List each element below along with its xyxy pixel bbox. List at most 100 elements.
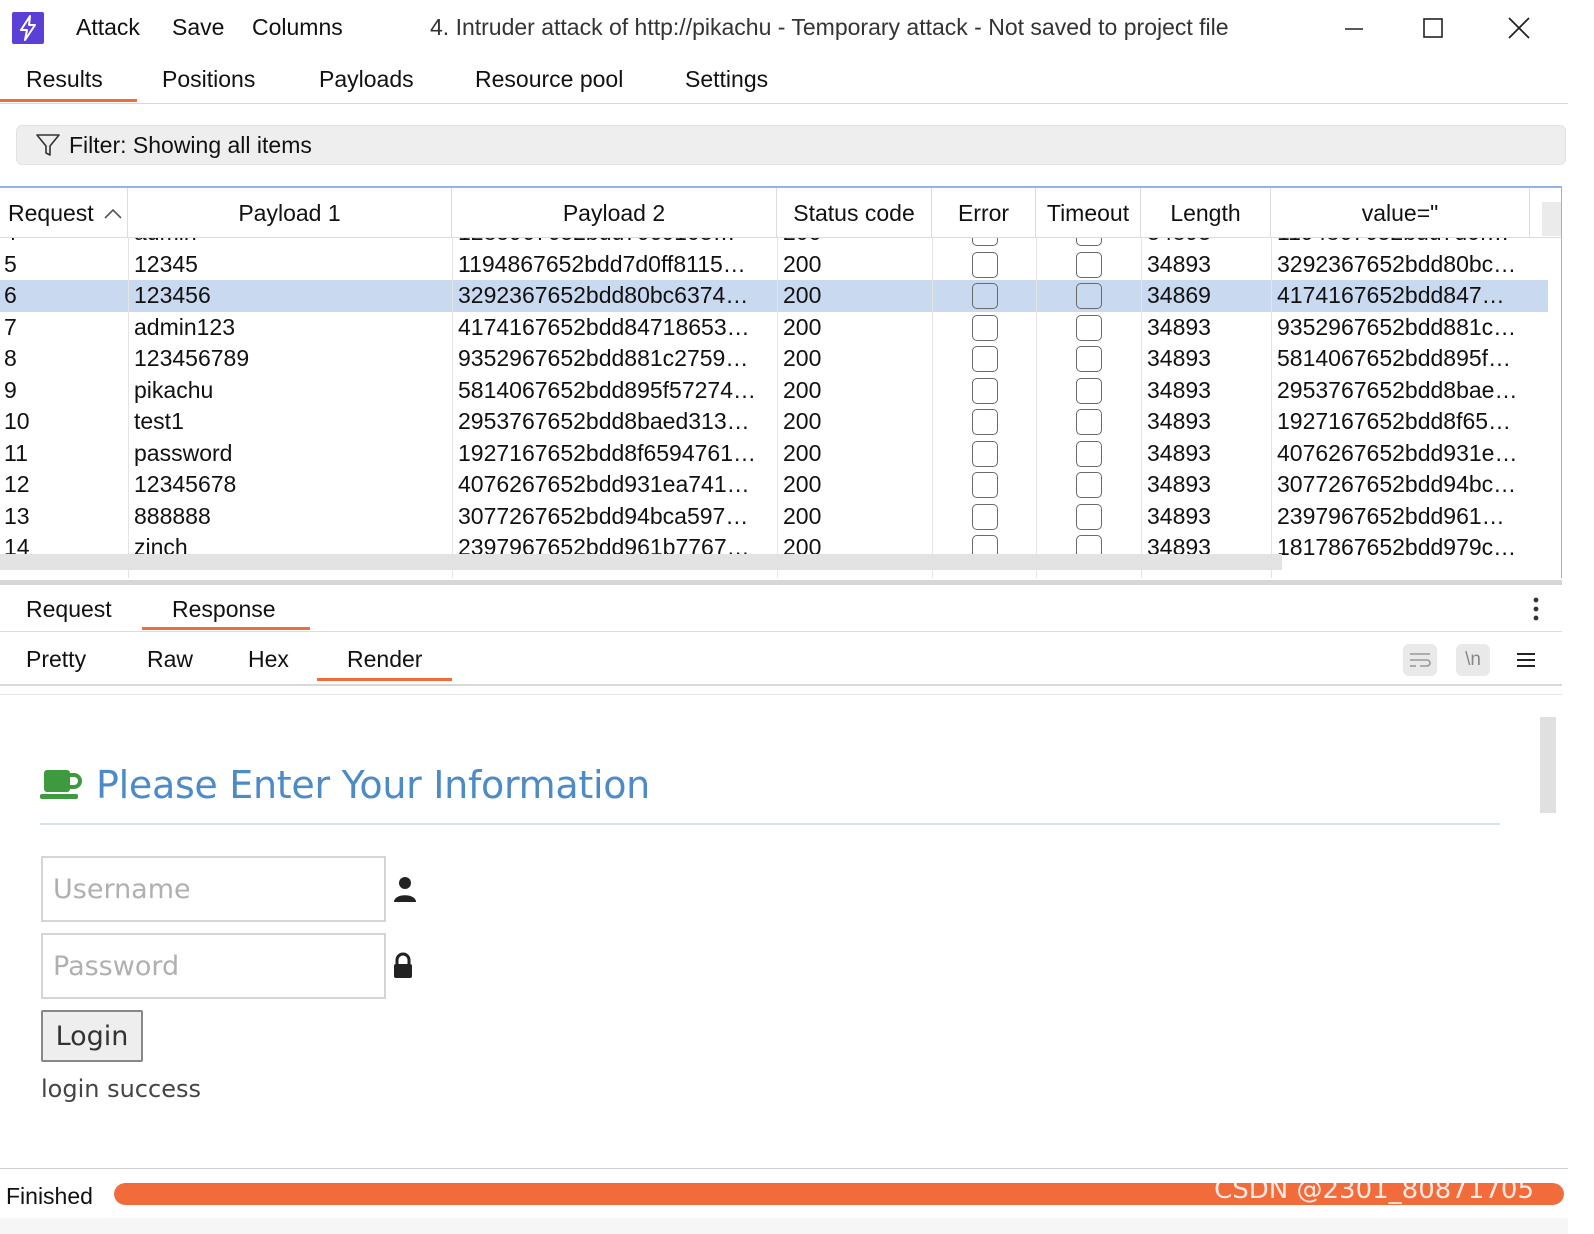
hamburger-icon[interactable] (1509, 644, 1543, 676)
split-divider[interactable] (0, 580, 1562, 585)
menu-attack[interactable]: Attack (76, 14, 140, 41)
kebab-icon[interactable] (1532, 596, 1540, 629)
filter-label: Filter: Showing all items (69, 131, 312, 158)
cell-length: 34893 (1147, 408, 1211, 434)
cell-value: 4174167652bdd847… (1277, 282, 1505, 308)
table-row[interactable]: 8 123456789 9352967652bdd881c2759… 200 34893… (0, 343, 1548, 375)
tab-positions[interactable]: Positions (162, 66, 255, 104)
newline-toggle-button[interactable]: \n (1456, 644, 1490, 676)
table-row[interactable]: 9 pikachu 5814067652bdd895f57274… 200 34893 2… (0, 375, 1548, 407)
window-title: 4. Intruder attack of http://pikachu - T… (430, 14, 1229, 40)
render-scrollbar[interactable] (1540, 717, 1556, 813)
column-header-length[interactable]: Length (1141, 188, 1271, 238)
username-field[interactable]: Username (41, 856, 386, 922)
user-icon (394, 877, 416, 902)
cell-payload-1: 123456789 (134, 345, 250, 371)
cell-status-code: 200 (783, 282, 822, 308)
table-vertical-scrollbar[interactable] (1542, 202, 1561, 236)
cell-payload-2: 4174167652bdd84718653… (458, 313, 750, 340)
cell-length: 34869 (1147, 282, 1211, 308)
password-field[interactable]: Password (41, 933, 386, 999)
maximize-icon[interactable] (1413, 10, 1453, 46)
cell-request: 5 (4, 250, 17, 277)
error-checkbox (972, 283, 998, 309)
column-header-payload-2[interactable]: Payload 2 (452, 188, 777, 238)
tab-hex[interactable]: Hex (248, 646, 289, 673)
tab-response[interactable]: Response (142, 596, 310, 630)
column-header-request[interactable]: Request (0, 188, 128, 238)
column-header-payload-1[interactable]: Payload 1 (128, 188, 452, 238)
cell-length: 34893 (1147, 250, 1211, 277)
table-row[interactable]: 13 888888 3077267652bdd94bca597… 200 34893 23… (0, 501, 1548, 533)
close-icon[interactable] (1499, 10, 1539, 46)
username-placeholder: Username (53, 873, 191, 905)
login-button[interactable]: Login (41, 1010, 143, 1062)
tab-pretty[interactable]: Pretty (26, 646, 86, 673)
cell-value: 4076267652bdd931e… (1277, 439, 1518, 466)
cell-status-code: 200 (783, 439, 822, 466)
page-heading: Please Enter Your Information (40, 763, 650, 807)
timeout-checkbox (1076, 409, 1102, 435)
tab-render[interactable]: Render (316, 646, 454, 681)
cell-payload-1: admin123 (134, 313, 236, 340)
timeout-checkbox (1076, 377, 1102, 404)
tab-request[interactable]: Request (26, 596, 112, 623)
column-header-status-code[interactable]: Status code (777, 188, 932, 238)
cell-payload-1: 888888 (134, 502, 211, 529)
minimize-icon[interactable] (1334, 10, 1374, 46)
cell-payload-2: 5814067652bdd895f57274… (458, 376, 757, 403)
heading-text: Please Enter Your Information (96, 763, 650, 807)
table-row[interactable]: 12 12345678 4076267652bdd931ea741… 200 34893… (0, 469, 1548, 501)
table-header: Request Payload 1 Payload 2 Status code … (0, 188, 1561, 238)
status-label: Finished (6, 1183, 93, 1209)
error-checkbox (972, 440, 998, 467)
cell-payload-1: 12345 (134, 250, 198, 277)
table-row[interactable]: 5 12345 1194867652bdd7d0ff8115… 200 34893 329… (0, 249, 1548, 281)
cell-length: 34893 (1147, 471, 1211, 497)
cell-status-code: 200 (783, 471, 822, 497)
results-table: Request Payload 1 Payload 2 Status code … (0, 186, 1562, 578)
password-placeholder: Password (53, 950, 180, 982)
cell-payload-2: 4076267652bdd931ea741… (458, 471, 750, 497)
tab-payloads[interactable]: Payloads (319, 66, 414, 104)
cell-request: 8 (4, 345, 17, 371)
view-tabs: Pretty Raw Hex Render \n (0, 640, 1562, 686)
table-row[interactable]: 7 admin123 4174167652bdd84718653… 200 34893 9… (0, 312, 1548, 344)
cell-payload-1: 12345678 (134, 471, 237, 497)
table-row[interactable]: 10 test1 2953767652bdd8baed313… 200 34893 192… (0, 406, 1548, 438)
table-row[interactable]: 11 password 1927167652bdd8f6594761… 200 3489… (0, 438, 1548, 470)
cell-value: 1817867652bdd979c… (1277, 534, 1517, 560)
table-row[interactable]: 6 123456 3292367652bdd80bc6374… 200 34869 417… (0, 280, 1548, 312)
column-header-value[interactable]: value=" (1271, 188, 1530, 238)
filter-icon (36, 134, 60, 156)
cell-request: 12 (4, 471, 30, 497)
timeout-checkbox (1076, 472, 1102, 498)
menu-save[interactable]: Save (172, 14, 224, 41)
cell-request: 13 (4, 502, 30, 529)
cell-value: 9352967652bdd881c… (1277, 313, 1517, 340)
wrap-icon[interactable] (1403, 644, 1437, 676)
render-panel: Please Enter Your Information Username P… (0, 694, 1562, 1168)
cell-payload-1: 123456 (134, 282, 211, 308)
filter-bar[interactable]: Filter: Showing all items (16, 125, 1566, 165)
timeout-checkbox (1076, 503, 1102, 530)
cell-request: 6 (4, 282, 17, 308)
cell-length: 34893 (1147, 502, 1211, 529)
error-checkbox (972, 503, 998, 530)
cell-request: 9 (4, 376, 17, 403)
tab-settings[interactable]: Settings (685, 66, 768, 104)
cell-length: 34893 (1147, 439, 1211, 466)
column-header-error[interactable]: Error (932, 188, 1036, 238)
cell-payload-2: 2953767652bdd8baed313… (458, 408, 750, 434)
timeout-checkbox (1076, 440, 1102, 467)
error-checkbox (972, 472, 998, 498)
cell-payload-2: 9352967652bdd881c2759… (458, 345, 749, 371)
menu-columns[interactable]: Columns (252, 14, 343, 41)
table-horizontal-scrollbar[interactable] (0, 554, 1282, 570)
tab-resource-pool[interactable]: Resource pool (475, 66, 623, 104)
tab-raw[interactable]: Raw (147, 646, 193, 673)
login-message: login success (41, 1075, 201, 1103)
column-header-timeout[interactable]: Timeout (1036, 188, 1141, 238)
tab-results[interactable]: Results (0, 66, 137, 104)
lock-icon (394, 952, 412, 978)
